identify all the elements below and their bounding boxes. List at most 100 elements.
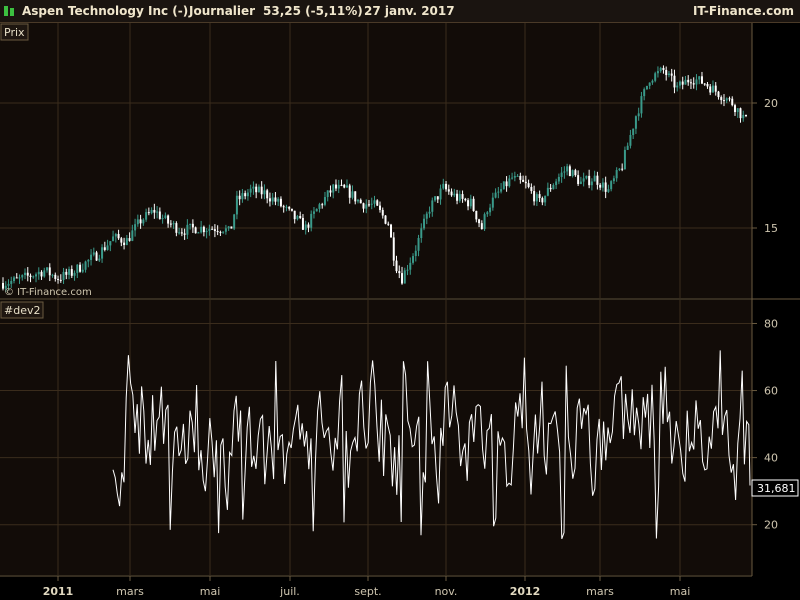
candle-body [607, 189, 610, 192]
candle-body [189, 223, 192, 225]
candle-body [502, 181, 505, 190]
candle-body [640, 96, 643, 114]
candle-body [687, 79, 690, 83]
candle-body [230, 226, 233, 229]
candle-body [128, 238, 131, 241]
candle-body [384, 215, 387, 224]
candle-body [123, 242, 126, 246]
candle-body [147, 212, 150, 214]
candle-body [725, 98, 728, 101]
candle-body [447, 189, 450, 192]
candle-body [698, 76, 701, 80]
candle-body [519, 175, 522, 180]
candle-body [464, 198, 467, 201]
candle-body [486, 212, 489, 215]
candle-body [626, 145, 629, 150]
xtick-label: mars [116, 585, 144, 598]
candle-body [667, 73, 670, 76]
candle-body [549, 187, 552, 190]
xtick-label: nov. [435, 585, 458, 598]
candle-body [651, 80, 654, 83]
candle-body [483, 214, 486, 230]
candle-body [673, 75, 676, 88]
candle-body [172, 223, 175, 225]
candle-body [54, 274, 57, 279]
candle-body [109, 241, 112, 246]
candle-body [568, 166, 571, 177]
candle-body [98, 258, 101, 261]
candle-body [252, 186, 255, 189]
candle-body [681, 81, 684, 85]
candle-body [340, 184, 343, 186]
candle-body [7, 283, 10, 286]
candle-body [695, 79, 698, 85]
candle-body [387, 223, 390, 225]
candle-body [354, 191, 357, 202]
candle-body [13, 277, 16, 282]
candle-body [588, 175, 591, 186]
candle-body [376, 200, 379, 206]
candle-body [533, 191, 536, 202]
candle-body [307, 224, 310, 228]
candle-body [497, 191, 500, 193]
candle-body [134, 224, 137, 231]
candle-body [343, 184, 346, 188]
candle-body [35, 274, 38, 277]
candle-body [637, 113, 640, 117]
candle-body [409, 262, 412, 270]
candle-body [277, 198, 280, 202]
candle-body [434, 196, 437, 201]
candle-body [310, 213, 313, 228]
candle-body [279, 198, 282, 207]
candle-body [439, 188, 442, 200]
candle-body [131, 230, 134, 241]
candle-body [332, 184, 335, 193]
ytick-label-dev: 60 [764, 385, 778, 398]
candle-body [505, 181, 508, 187]
candle-body [739, 108, 742, 119]
candle-body [73, 272, 76, 276]
candle-body [271, 197, 274, 202]
candle-body [566, 166, 569, 172]
candle-body [114, 233, 117, 237]
candle-body [315, 208, 318, 212]
candle-body [288, 206, 291, 209]
candle-body [84, 261, 87, 270]
candle-body [643, 89, 646, 97]
candle-body [175, 223, 178, 233]
candle-body [356, 199, 359, 202]
candle-body [557, 176, 560, 182]
ytick-label-dev: 40 [764, 452, 778, 465]
candle-body [552, 185, 555, 190]
candle-body [670, 73, 673, 76]
xtick-label: mai [670, 585, 691, 598]
candle-body [90, 254, 93, 260]
candle-body [469, 198, 472, 207]
candle-body [142, 219, 145, 224]
candle-body [299, 216, 302, 218]
candle-body [46, 267, 49, 271]
candle-body [406, 269, 409, 271]
candle-body [205, 230, 208, 233]
candle-body [156, 211, 159, 213]
candle-body [381, 209, 384, 216]
candle-body [200, 226, 203, 233]
candle-body [263, 190, 266, 195]
candle-body [139, 219, 142, 224]
candle-body [445, 183, 448, 190]
candle-body [37, 271, 40, 275]
candle-body [117, 233, 120, 239]
candle-body [26, 272, 29, 276]
xtick-label: mai [200, 585, 221, 598]
candle-body [101, 247, 104, 259]
candle-body [717, 91, 720, 98]
candle-body [634, 116, 637, 129]
chart-canvas: 2011 mars mai juil. sept. nov. 2012 mars mai 15 20… [0, 23, 800, 598]
price-panel-bg [0, 23, 752, 298]
candle-body [714, 85, 717, 92]
candle-body [458, 194, 461, 201]
candle-body [585, 175, 588, 179]
candle-body [227, 226, 230, 229]
candle-body [224, 228, 227, 232]
candle-body [456, 193, 459, 201]
